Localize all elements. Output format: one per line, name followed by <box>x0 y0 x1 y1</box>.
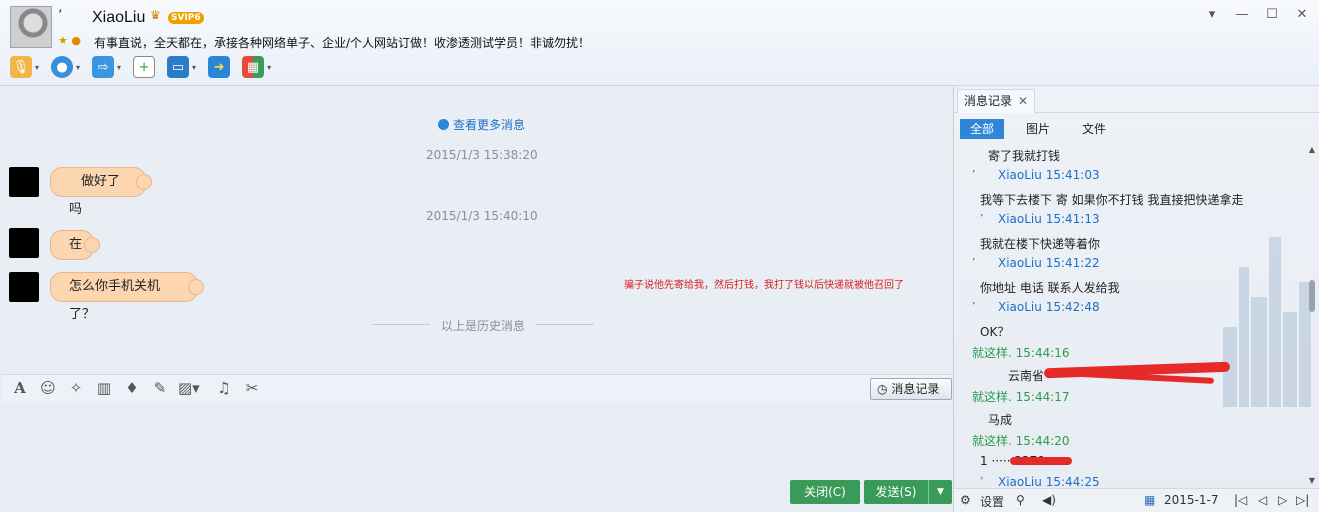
message-history-panel: 消息记录 ✕ 全部 图片 文件 ▲ ▼ 寄了我就打钱 ’ XiaoLiu 15:4… <box>953 87 1319 512</box>
window-controls: ▾ — ☐ ✕ <box>1203 6 1311 24</box>
message-timestamp: 2015/1/3 15:38:20 <box>426 148 538 162</box>
filter-all[interactable]: 全部 <box>960 119 1005 139</box>
history-message-sender: 就这样. 15:44:20 <box>972 434 1070 448</box>
history-message-text: 你地址 电话 联系人发给我 <box>980 281 1120 295</box>
background-skyline <box>1223 227 1313 407</box>
view-more-messages-link[interactable]: 查看更多消息 <box>438 116 525 133</box>
message-bubble: 在 <box>50 230 100 260</box>
apps-button[interactable]: ▦ ▾ <box>242 56 271 78</box>
tab-label: 消息记录 <box>964 94 1013 108</box>
history-message-text: 我等下去楼下 寄 如果你不打钱 我直接把快递拿走 <box>980 193 1244 207</box>
microphone-icon: 🎙 <box>10 56 32 78</box>
search-icon[interactable]: ⚲ <box>1016 493 1025 507</box>
message-timestamp: 2015/1/3 15:40:10 <box>426 209 538 223</box>
history-filter: 全部 图片 文件 <box>960 119 1116 139</box>
clock-icon: ◷ <box>877 382 888 396</box>
create-group-button[interactable]: + <box>133 56 156 78</box>
contact-signature: 有事直说，全天都在，承接各种网络单子、企业/个人网站订做！收渗透测试学员！非诚勿… <box>94 36 591 50</box>
send-file-button[interactable]: ⇨ ▾ <box>92 56 121 78</box>
tab-message-history[interactable]: 消息记录 ✕ <box>957 89 1036 113</box>
history-divider: 以上是历史消息 <box>372 317 594 333</box>
contact-nickname[interactable]: XiaoLiu <box>92 9 145 27</box>
status-icons: ★ ● <box>58 34 81 47</box>
chat-message-area: 查看更多消息 2015/1/3 15:38:20 做好了吗 2015/1/3 1… <box>2 87 952 373</box>
video-call-button[interactable]: ● ▾ <box>51 56 80 78</box>
calendar-icon[interactable]: ▦ <box>1144 493 1155 507</box>
scroll-down-icon[interactable]: ▼ <box>1307 476 1317 485</box>
history-message-text: 我就在楼下快递等着你 <box>980 237 1101 251</box>
prev-page-icon[interactable]: ◁ <box>1258 493 1267 507</box>
apps-grid-icon: ▦ <box>242 56 265 78</box>
voice-call-button[interactable]: 🎙 ▾ <box>10 56 39 78</box>
close-window-button[interactable]: ✕ <box>1293 6 1311 24</box>
message-text: 怎么你手机关机了？ <box>69 279 161 322</box>
screen-share-icon: ➜ <box>208 56 231 78</box>
message-bubble: 怎么你手机关机了？ <box>50 272 204 322</box>
history-message-sender: XiaoLiu 15:44:25 <box>998 475 1100 489</box>
history-button-label: 消息记录 <box>891 382 940 396</box>
scroll-thumb[interactable] <box>1309 280 1315 312</box>
send-button-label: 发送(S) <box>875 485 917 499</box>
history-message-sender: XiaoLiu 15:42:48 <box>998 300 1100 314</box>
history-message-sender: XiaoLiu 15:41:03 <box>998 168 1100 182</box>
contact-avatar[interactable] <box>10 6 52 48</box>
chat-toolbar: 🎙 ▾ ● ▾ ⇨ ▾ + ▭ ▾ ➜ ▦ ▾ <box>10 56 271 78</box>
screen-share-button[interactable]: ➜ <box>208 56 231 78</box>
message-bubble: 做好了吗 <box>50 167 152 217</box>
send-options-dropdown[interactable]: ▼ <box>928 480 952 504</box>
sender-avatar[interactable] <box>9 167 39 197</box>
last-page-icon[interactable]: ▷| <box>1296 493 1309 507</box>
redaction-scribble <box>1010 457 1072 465</box>
message-text: 在 <box>69 237 83 252</box>
remote-desktop-icon: ▭ <box>167 56 190 78</box>
maximize-button[interactable]: ☐ <box>1263 6 1281 24</box>
history-message-text: OK？ <box>980 325 1010 339</box>
chat-window-header: ’ XiaoLiu ♛ SVIP6 ★ ● 有事直说，全天都在，承接各种网络单子… <box>0 0 1319 86</box>
add-chat-icon: + <box>133 56 156 78</box>
filter-files[interactable]: 文件 <box>1072 119 1116 139</box>
input-toolbar: A ☺ ✧ ▥ ♦ ✎ ▨▾ ♫ ✂▾ ◷ 消息记录 ▾ <box>2 374 952 417</box>
settings-link[interactable]: 设置 <box>980 493 1004 510</box>
speaker-icon[interactable]: ◀) <box>1042 493 1056 507</box>
history-date[interactable]: 2015-1-7 <box>1164 493 1218 507</box>
history-scrollbar[interactable]: ▲ ▼ <box>1307 145 1317 485</box>
view-more-label: 查看更多消息 <box>453 118 526 132</box>
history-message-sender: XiaoLiu 15:41:22 <box>998 256 1100 270</box>
close-button[interactable]: 关闭(C) <box>790 480 860 504</box>
folder-transfer-icon: ⇨ <box>92 56 115 78</box>
quote-mark: ’ <box>58 8 63 24</box>
history-message-text: 马成 <box>988 413 1013 427</box>
minimize-button[interactable]: — <box>1233 6 1251 24</box>
camera-icon: ● <box>51 56 74 78</box>
clock-icon <box>438 119 449 130</box>
message-history-button[interactable]: ◷ 消息记录 ▾ <box>870 378 952 417</box>
history-message-sender: XiaoLiu 15:41:13 <box>998 212 1100 226</box>
next-page-icon[interactable]: ▷ <box>1278 493 1287 507</box>
close-tab-icon[interactable]: ✕ <box>1018 94 1028 108</box>
send-button[interactable]: 发送(S) ▼ <box>864 480 952 504</box>
scam-annotation: 骗子说他先寄给我，然后打钱，我打了钱以后快递就被他召回了 <box>624 280 904 291</box>
remote-desktop-button[interactable]: ▭ ▾ <box>167 56 196 78</box>
history-message-text: 寄了我就打钱 <box>988 149 1061 163</box>
history-message-sender: 就这样. 15:44:17 <box>972 390 1070 404</box>
sender-avatar[interactable] <box>9 272 39 302</box>
history-message-sender: 就这样. 15:44:16 <box>972 346 1070 360</box>
first-page-icon[interactable]: |◁ <box>1234 493 1247 507</box>
gear-icon[interactable]: ⚙ <box>960 493 971 507</box>
message-text: 做好了吗 <box>69 174 121 217</box>
scroll-up-icon[interactable]: ▲ <box>1307 145 1317 154</box>
crown-icon: ♛ <box>150 8 161 22</box>
sender-avatar[interactable] <box>9 228 39 258</box>
filter-images[interactable]: 图片 <box>1016 119 1060 139</box>
history-panel-footer: ⚙ 设置 ⚲ ◀) ▦ 2015-1-7 |◁ ◁ ▷ ▷| <box>954 488 1319 512</box>
vip-badge: SVIP6 <box>168 12 204 24</box>
dropdown-window-icon[interactable]: ▾ <box>1203 6 1221 24</box>
